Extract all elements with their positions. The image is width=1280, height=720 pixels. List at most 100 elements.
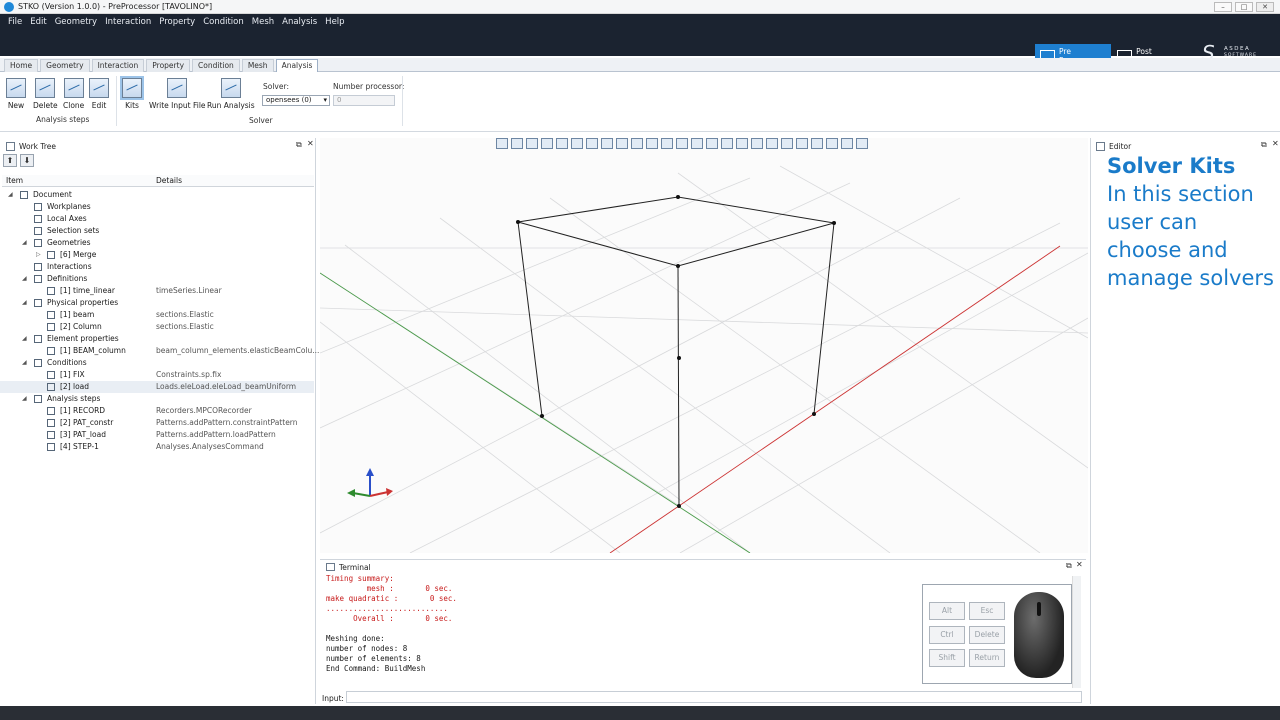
delete-step-button[interactable]: Delete	[33, 78, 58, 110]
tree-row[interactable]: [2] load Loads.eleLoad.eleLoad_beamUnifor…	[0, 381, 314, 393]
tab-home[interactable]: Home	[4, 59, 39, 72]
kits-button[interactable]: Kits	[120, 76, 144, 110]
editor-heading: Solver Kits	[1107, 154, 1236, 178]
solver-select[interactable]: opensees (0)	[262, 95, 330, 106]
ribbon-tabs: Home Geometry Interaction Property Condi…	[0, 58, 1280, 72]
step-icon	[47, 419, 55, 427]
constraint-icon	[47, 371, 55, 379]
key-ctrl: Ctrl	[929, 626, 965, 644]
analysis-steps-icon	[34, 395, 42, 403]
tree-row[interactable]: [1] FIX Constraints.sp.fix	[0, 369, 314, 381]
tree-row[interactable]: [1] time_linear timeSeries.Linear	[0, 285, 314, 297]
tab-analysis[interactable]: Analysis	[275, 59, 319, 72]
move-up-button[interactable]: ⬆	[3, 154, 17, 167]
delete-icon	[35, 78, 56, 98]
tab-geometry[interactable]: Geometry	[40, 59, 90, 72]
tab-interaction[interactable]: Interaction	[91, 59, 145, 72]
number-processor-label: Number processor:	[333, 82, 405, 91]
tab-condition[interactable]: Condition	[192, 59, 240, 72]
tree-row[interactable]: ◢ Physical properties	[0, 297, 314, 309]
menu-geometry[interactable]: Geometry	[51, 16, 101, 28]
menu-analysis[interactable]: Analysis	[278, 16, 321, 28]
tree-row[interactable]: ◢ Conditions	[0, 357, 314, 369]
viewport-3d[interactable]	[320, 138, 1088, 553]
undock-icon[interactable]: ⧉	[296, 140, 302, 150]
tree-row[interactable]: [1] beam sections.Elastic	[0, 309, 314, 321]
physical-property-icon	[34, 299, 42, 307]
element-icon	[47, 347, 55, 355]
edit-icon	[89, 78, 109, 98]
tree-row[interactable]: Selection sets	[0, 225, 314, 237]
geometry-icon	[34, 239, 42, 247]
editor-title: Editor	[1096, 140, 1131, 152]
minimize-button[interactable]: –	[1214, 2, 1232, 12]
key-delete: Delete	[969, 626, 1005, 644]
tab-mesh[interactable]: Mesh	[241, 59, 274, 72]
maximize-button[interactable]: □	[1235, 2, 1253, 12]
section-icon	[47, 311, 55, 319]
terminal-scrollbar[interactable]	[1072, 576, 1081, 688]
move-down-button[interactable]: ⬇	[20, 154, 34, 167]
run-analysis-button[interactable]: Run Analysis	[207, 78, 255, 110]
close-icon[interactable]: ✕	[1272, 139, 1279, 148]
tree-row[interactable]: ◢ Element properties	[0, 333, 314, 345]
tree-row[interactable]: [2] PAT_constr Patterns.addPattern.constr…	[0, 417, 314, 429]
menu-bar: File Edit Geometry Interaction Property …	[0, 14, 1280, 68]
close-button[interactable]: ✕	[1256, 2, 1274, 12]
interaction-icon	[34, 263, 42, 271]
menu-condition[interactable]: Condition	[199, 16, 248, 28]
clone-step-button[interactable]: Clone	[63, 78, 84, 110]
menu-mesh[interactable]: Mesh	[248, 16, 278, 28]
write-input-file-button[interactable]: Write Input File	[149, 78, 206, 110]
tree-row[interactable]: [1] RECORD Recorders.MPCORecorder	[0, 405, 314, 417]
step-icon	[47, 443, 55, 451]
ribbon: New Delete Clone Edit Analysis steps Kit…	[0, 72, 1280, 132]
menu-edit[interactable]: Edit	[26, 16, 50, 28]
conditions-icon	[34, 359, 42, 367]
tree-row[interactable]: [2] Column sections.Elastic	[0, 321, 314, 333]
tree-row[interactable]: Local Axes	[0, 213, 314, 225]
editor-icon	[1096, 141, 1105, 151]
tree-row[interactable]: ◢ Analysis steps	[0, 393, 314, 405]
column-item[interactable]: Item	[6, 176, 23, 185]
tree-row[interactable]: [1] BEAM_column beam_column_elements.elas…	[0, 345, 319, 357]
number-processor-spinbox[interactable]: 0	[333, 95, 395, 106]
tree-row[interactable]: ▷ [6] Merge	[0, 249, 314, 261]
terminal-line: Timing summary:	[326, 574, 394, 583]
new-step-button[interactable]: New	[6, 78, 26, 110]
terminal-line: number of nodes: 8	[326, 644, 408, 653]
run-icon	[220, 78, 241, 98]
menu-help[interactable]: Help	[321, 16, 348, 28]
tree-row[interactable]: [4] STEP-1 Analyses.AnalysesCommand	[0, 441, 314, 453]
tree-row[interactable]: Workplanes	[0, 201, 314, 213]
close-icon[interactable]: ✕	[307, 139, 314, 148]
table-frame	[517, 196, 835, 507]
terminal-title: Terminal	[326, 561, 371, 573]
document-icon	[20, 191, 28, 199]
tree-row[interactable]: Interactions	[0, 261, 314, 273]
undock-icon[interactable]: ⧉	[1261, 140, 1267, 150]
terminal-line: Meshing done:	[326, 634, 385, 643]
terminal-line: make quadratic : 0 sec.	[326, 594, 457, 603]
definitions-icon	[34, 275, 42, 283]
tree-row[interactable]: ◢ Document	[0, 189, 314, 201]
axis-triad	[347, 468, 393, 497]
status-bar	[0, 706, 1280, 720]
edit-step-button[interactable]: Edit	[89, 78, 109, 110]
editor-body: In this section user can choose and mana…	[1107, 182, 1274, 290]
tree-row[interactable]: ◢ Geometries	[0, 237, 314, 249]
command-input[interactable]	[346, 691, 1082, 703]
tree-row[interactable]: [3] PAT_load Patterns.addPattern.loadPatt…	[0, 429, 314, 441]
tab-property[interactable]: Property	[146, 59, 191, 72]
tree-row[interactable]: ◢ Definitions	[0, 273, 314, 285]
step-icon	[47, 407, 55, 415]
close-icon[interactable]: ✕	[1076, 560, 1083, 569]
mesh-nodes	[516, 195, 836, 508]
column-details[interactable]: Details	[156, 176, 182, 185]
menu-file[interactable]: File	[4, 16, 26, 28]
menu-interaction[interactable]: Interaction	[101, 16, 155, 28]
menu-property[interactable]: Property	[155, 16, 199, 28]
undock-icon[interactable]: ⧉	[1066, 561, 1072, 571]
ground-grid	[320, 165, 1088, 553]
